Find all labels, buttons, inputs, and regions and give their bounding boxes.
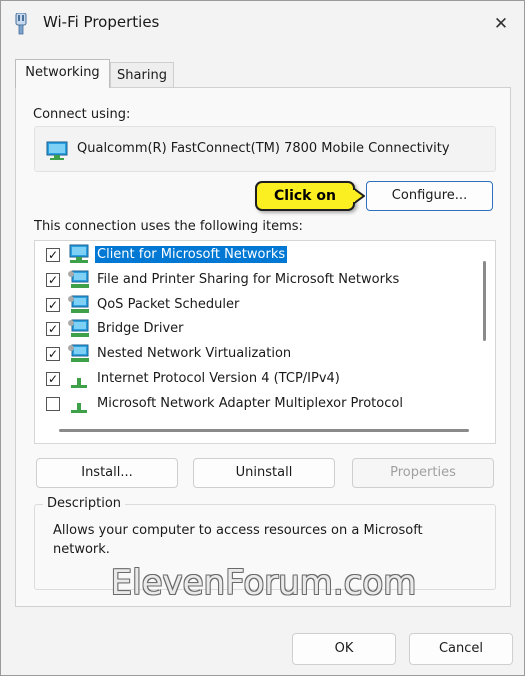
description-title: Description xyxy=(43,496,126,511)
title-bar: Wi-Fi Properties ✕ xyxy=(1,1,524,47)
item-checkbox[interactable]: ✓ xyxy=(46,272,60,287)
vertical-scrollbar[interactable] xyxy=(483,261,486,341)
uninstall-button[interactable]: Uninstall xyxy=(193,458,335,488)
click-on-callout: Click on xyxy=(255,181,355,211)
item-label: File and Printer Sharing for Microsoft N… xyxy=(97,271,400,287)
networking-panel: Connect using: Qualcomm(R) FastConnect(T… xyxy=(15,87,511,607)
adapter-name: Qualcomm(R) FastConnect(TM) 7800 Mobile … xyxy=(77,141,450,156)
protocol-icon xyxy=(67,393,93,415)
network-adapter-icon xyxy=(15,13,27,35)
item-checkbox[interactable]: ✓ xyxy=(46,322,60,337)
description-text: Allows your computer to access resources… xyxy=(53,523,423,557)
protocol-icon xyxy=(67,368,93,390)
window-title: Wi-Fi Properties xyxy=(43,13,160,31)
network-service-icon xyxy=(67,294,93,316)
install-button[interactable]: Install... xyxy=(36,458,178,488)
watermark: ElevenForum.com xyxy=(110,563,417,603)
items-label: This connection uses the following items… xyxy=(34,219,303,234)
network-service-icon xyxy=(67,318,93,340)
item-label: QoS Packet Scheduler xyxy=(97,296,240,312)
horizontal-scrollbar[interactable] xyxy=(59,429,469,432)
callout-arrow-icon xyxy=(353,187,365,205)
item-label: Client for Microsoft Networks xyxy=(95,246,288,263)
connect-using-label: Connect using: xyxy=(33,107,131,122)
item-label: Microsoft Network Adapter Multiplexor Pr… xyxy=(97,395,403,411)
network-adapter-icon xyxy=(46,141,68,160)
network-service-icon xyxy=(67,343,93,365)
connection-items-list[interactable]: Microsoft Network Adapter Multiplexor Pr… xyxy=(34,240,496,444)
item-label: Bridge Driver xyxy=(97,321,184,337)
close-button[interactable]: ✕ xyxy=(487,11,515,37)
configure-button[interactable]: Configure... xyxy=(366,181,493,211)
list-item[interactable]: ✓ Client for Microsoft Networks xyxy=(35,243,483,267)
item-label: Internet Protocol Version 4 (TCP/IPv4) xyxy=(97,371,340,386)
list-item[interactable]: ✓ Internet Protocol Version 4 (TCP/IPv4) xyxy=(35,367,483,391)
item-checkbox[interactable] xyxy=(46,396,60,411)
item-checkbox[interactable]: ✓ xyxy=(46,347,60,362)
tab-sharing[interactable]: Sharing xyxy=(110,62,174,88)
list-item[interactable]: ✓ QoS Packet Scheduler xyxy=(35,293,483,317)
tab-networking[interactable]: Networking xyxy=(15,59,110,88)
item-checkbox[interactable]: ✓ xyxy=(46,372,60,386)
item-checkbox[interactable]: ✓ xyxy=(46,248,60,262)
adapter-field: Qualcomm(R) FastConnect(TM) 7800 Mobile … xyxy=(34,126,496,172)
close-icon: ✕ xyxy=(493,14,509,34)
list-item[interactable]: ✓ Bridge Driver xyxy=(35,317,483,341)
item-checkbox[interactable]: ✓ xyxy=(46,297,60,312)
list-item[interactable]: ✓ File and Printer Sharing for Microsoft … xyxy=(35,268,483,292)
wifi-properties-dialog: Wi-Fi Properties ✕ Networking Sharing Co… xyxy=(0,0,525,676)
list-item[interactable]: Microsoft Network Adapter Multiplexor Pr… xyxy=(35,392,483,416)
list-item[interactable]: ✓ Nested Network Virtualization xyxy=(35,342,483,366)
network-service-icon xyxy=(67,269,93,291)
properties-button[interactable]: Properties xyxy=(352,458,494,488)
network-client-icon xyxy=(67,244,93,266)
cancel-button[interactable]: Cancel xyxy=(409,633,513,665)
item-label: Nested Network Virtualization xyxy=(97,346,292,362)
ok-button[interactable]: OK xyxy=(292,633,396,665)
